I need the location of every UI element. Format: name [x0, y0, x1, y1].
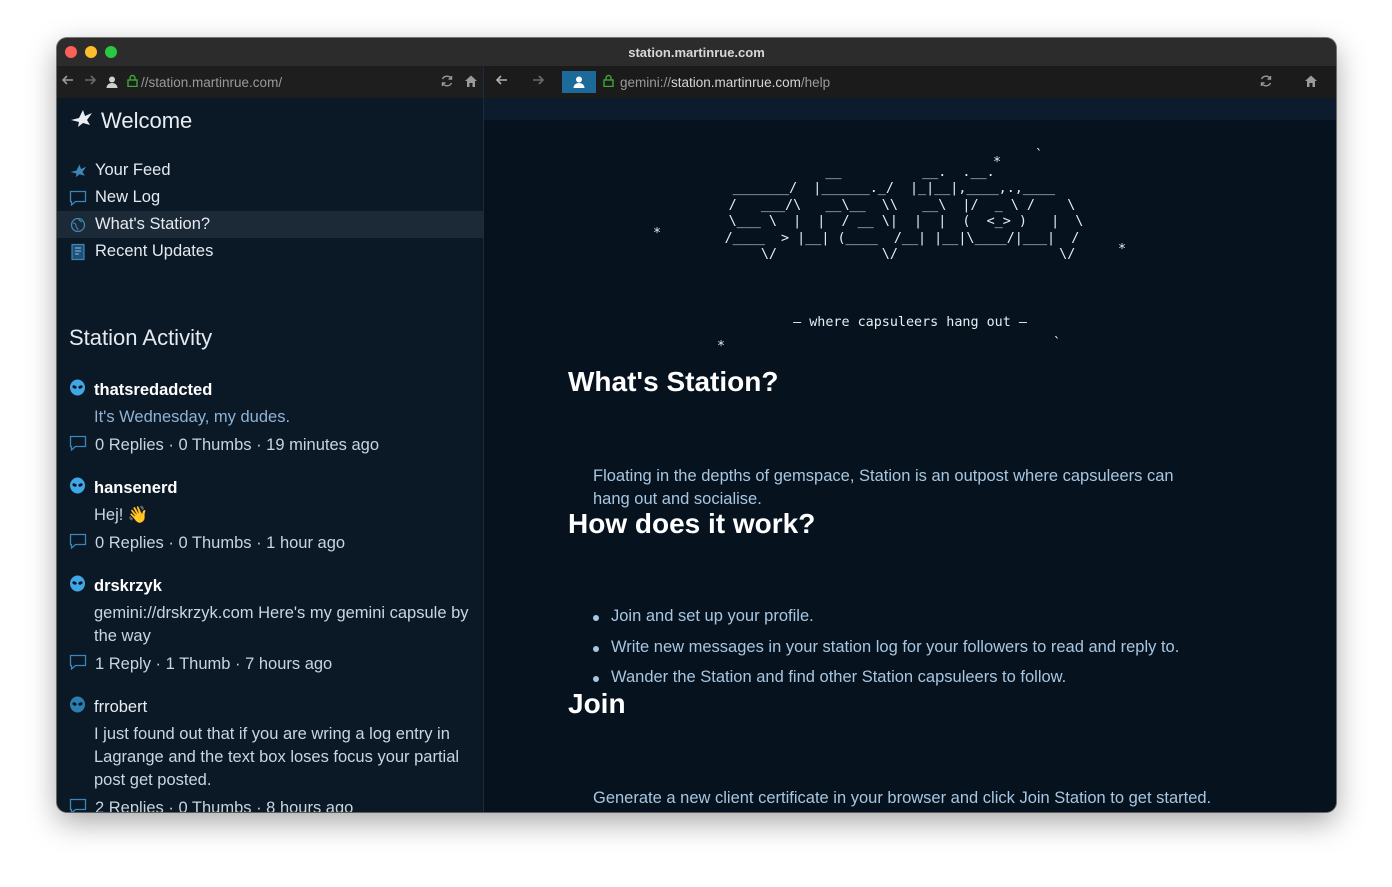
reload-icon[interactable] — [435, 74, 459, 91]
menu-item-recent-updates[interactable]: Recent Updates — [57, 238, 483, 265]
url-host: station.martinrue.com — [148, 74, 279, 90]
back-arrow-icon[interactable] — [484, 73, 520, 91]
home-icon[interactable] — [459, 74, 483, 91]
how-it-works-list: Join and set up your profile. Write new … — [593, 607, 1179, 699]
post-meta-text[interactable]: 2 Replies · 0 Thumbs · 8 hours ago — [95, 799, 353, 812]
chat-bubble-icon — [69, 654, 87, 675]
menu-label: What's Station? — [95, 215, 211, 233]
lock-icon — [596, 74, 620, 90]
alien-avatar-icon — [69, 575, 86, 597]
list-item: Wander the Station and find other Statio… — [593, 668, 1179, 699]
alien-avatar-icon — [69, 696, 86, 718]
sidebar-menu: Your Feed New Log What's Station? Recent… — [57, 157, 483, 265]
browser-window: station.martinrue.com //station.martinru… — [57, 38, 1336, 812]
left-url-bar: //station.martinrue.com/ — [57, 66, 483, 98]
window-title: station.martinrue.com — [628, 44, 765, 60]
menu-item-whats-station[interactable]: What's Station? — [57, 211, 483, 238]
forward-arrow-icon[interactable] — [79, 73, 101, 91]
reload-icon[interactable] — [1246, 74, 1286, 91]
post-username[interactable]: thatsredadcted — [94, 381, 212, 400]
left-url-field[interactable]: //station.martinrue.com/ — [141, 75, 435, 90]
url-path: / — [278, 74, 283, 90]
activity-post: drskrzyk gemini://drskrzyk.com Here's my… — [69, 574, 469, 676]
right-url-field[interactable]: gemini://station.martinrue.com/help — [620, 75, 1246, 90]
menu-label: Recent Updates — [95, 242, 214, 260]
list-item-text: Write new messages in your station log f… — [611, 637, 1180, 656]
chat-bubble-icon — [69, 798, 87, 812]
forward-arrow-icon[interactable] — [520, 73, 556, 91]
station-activity-heading: Station Activity — [69, 325, 213, 350]
alien-avatar-icon — [69, 477, 86, 499]
list-item-text: Wander the Station and find other Statio… — [611, 668, 1067, 686]
activity-post: frrobert I just found out that if you ar… — [69, 695, 469, 812]
list-item: Write new messages in your station log f… — [593, 638, 1179, 669]
notebook-icon — [69, 243, 87, 261]
tagline: – where capsuleers hang out – — [793, 315, 1027, 330]
close-window-button[interactable] — [65, 46, 77, 58]
chat-bubble-icon — [69, 435, 87, 456]
heading-join: Join — [568, 688, 626, 719]
window-controls — [65, 46, 117, 58]
heading-whats-station: What's Station? — [568, 366, 779, 397]
menu-item-new-log[interactable]: New Log — [57, 184, 483, 211]
alien-avatar-icon — [69, 379, 86, 401]
post-meta-text[interactable]: 1 Reply · 1 Thumb · 7 hours ago — [95, 655, 332, 674]
url-host: station.martinrue.com — [671, 74, 801, 90]
list-item-text: Join and set up your profile. — [611, 607, 814, 625]
title-bar: station.martinrue.com — [57, 38, 1336, 66]
minimize-window-button[interactable] — [85, 46, 97, 58]
bird-icon — [69, 162, 87, 180]
activity-post: hansenerd Hej! 👋 0 Replies · 0 Thumbs · … — [69, 476, 469, 555]
menu-label: New Log — [95, 188, 161, 206]
left-pane: //station.martinrue.com/ Welcome Your Fe… — [57, 66, 484, 812]
paragraph-join: Generate a new client certificate in you… — [593, 789, 1212, 807]
welcome-heading: Welcome — [69, 108, 192, 134]
activity-list: thatsredadcted It's Wednesday, my dudes.… — [69, 378, 469, 812]
list-item: Join and set up your profile. — [593, 607, 1179, 638]
menu-item-your-feed[interactable]: Your Feed — [57, 157, 483, 184]
post-username[interactable]: hansenerd — [94, 479, 177, 498]
lock-icon — [123, 74, 141, 90]
star-decoration: ` — [1053, 336, 1062, 351]
star-decoration: * — [717, 339, 726, 354]
welcome-title: Welcome — [101, 108, 193, 133]
identity-icon[interactable] — [101, 71, 123, 93]
ascii-logo: ` __ __. .__. _______/ |______._/ |_|__|… — [724, 148, 1084, 262]
right-url-bar: gemini://station.martinrue.com/help — [484, 66, 1336, 98]
post-body: I just found out that if you are wring a… — [94, 725, 460, 789]
post-meta-text[interactable]: 0 Replies · 0 Thumbs · 1 hour ago — [95, 534, 345, 553]
chat-bubble-icon — [69, 533, 87, 554]
page-top-strip — [484, 98, 1336, 120]
zoom-window-button[interactable] — [105, 46, 117, 58]
identity-icon[interactable] — [562, 71, 596, 93]
post-username[interactable]: frrobert — [94, 698, 147, 717]
back-arrow-icon[interactable] — [57, 73, 79, 91]
paragraph-intro: Floating in the depths of gemspace, Stat… — [593, 467, 1174, 508]
url-path: /help — [800, 74, 831, 90]
home-icon[interactable] — [1286, 74, 1336, 91]
left-content: Welcome Your Feed New Log What's Station… — [57, 98, 483, 812]
post-username[interactable]: drskrzyk — [94, 577, 162, 596]
globe-icon — [69, 216, 87, 234]
chat-bubble-icon — [69, 189, 87, 207]
right-pane: gemini://station.martinrue.com/help * * … — [484, 66, 1336, 812]
post-body: Hej! 👋 — [94, 506, 149, 524]
post-meta-text[interactable]: 0 Replies · 0 Thumbs · 19 minutes ago — [95, 436, 379, 455]
activity-post: thatsredadcted It's Wednesday, my dudes.… — [69, 378, 469, 457]
post-body: gemini://drskrzyk.com Here's my gemini c… — [94, 604, 469, 645]
post-body: It's Wednesday, my dudes. — [94, 408, 291, 426]
page-content: * * * * ` ` __ __. .__. _______/ |______… — [484, 98, 1336, 812]
url-prefix: // — [141, 74, 149, 90]
bird-icon — [69, 108, 93, 134]
heading-how-it-works: How does it work? — [568, 508, 816, 539]
menu-label: Your Feed — [95, 161, 171, 179]
url-scheme: gemini:// — [620, 74, 672, 90]
